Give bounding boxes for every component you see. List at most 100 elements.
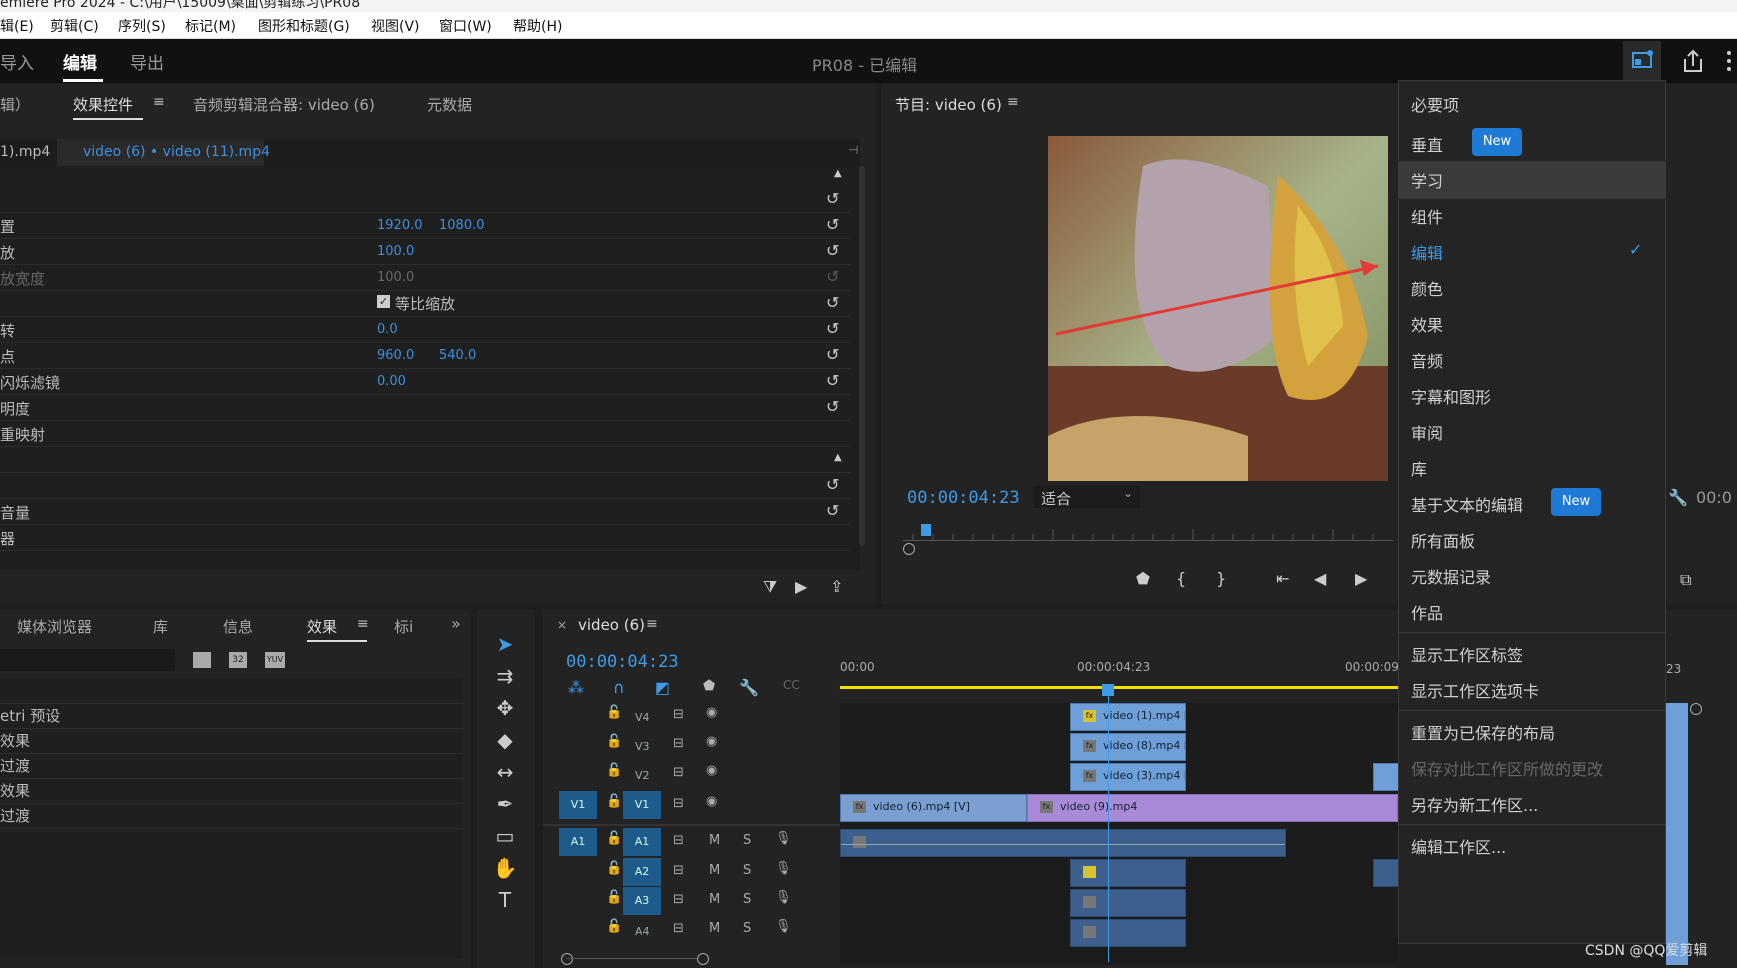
lock-icon[interactable]: 🔓	[606, 734, 622, 749]
mark-out-icon[interactable]: }	[1216, 569, 1226, 588]
ws-menu-item-captions[interactable]: 字幕和图形	[1411, 384, 1491, 408]
zoom-handle-left[interactable]	[561, 953, 573, 965]
reset-icon[interactable]: ↺	[826, 475, 839, 494]
hand-tool-icon[interactable]: ✋	[491, 856, 519, 882]
filter-icon[interactable]: ⧩	[763, 577, 777, 597]
captions-icon[interactable]: CC	[783, 678, 800, 692]
play-icon[interactable]: ▶	[1355, 569, 1367, 588]
timeline-timecode[interactable]: 00:00:04:23	[566, 652, 679, 672]
reset-icon[interactable]: ↺	[826, 189, 839, 208]
ws-menu-item-productions[interactable]: 作品	[1411, 600, 1443, 624]
type-tool-icon[interactable]: T	[491, 888, 519, 914]
zoom-handle-right[interactable]	[697, 953, 709, 965]
clip-v3[interactable]: fx video (8).mp4 [	[1070, 733, 1186, 761]
menu-sequence[interactable]: 序列(S)	[118, 16, 166, 36]
audio-clip-a4[interactable]	[1070, 919, 1186, 947]
tab-edit[interactable]: 编辑	[63, 49, 97, 74]
sync-lock-icon[interactable]: ⊟	[673, 833, 684, 848]
nest-icon[interactable]: ⁂	[568, 678, 584, 697]
reset-icon[interactable]: ↺	[826, 345, 839, 364]
panel-menu-icon[interactable]: ≡	[1007, 94, 1019, 110]
menu-marker[interactable]: 标记(M)	[185, 16, 236, 36]
reset-icon[interactable]: ↺	[826, 371, 839, 390]
reset-icon[interactable]: ↺	[826, 319, 839, 338]
ws-menu-item-audio[interactable]: 音频	[1411, 348, 1443, 372]
fit-dropdown[interactable]: 适合 ⌄	[1033, 486, 1140, 508]
selection-tool-icon[interactable]: ➤	[491, 632, 519, 658]
tab-effects[interactable]: 效果	[307, 616, 337, 637]
solo-button[interactable]: S	[743, 833, 751, 848]
ws-menu-item-text-editing[interactable]: 基于文本的编辑	[1411, 492, 1523, 516]
mute-button[interactable]: M	[709, 863, 720, 878]
menu-edit[interactable]: 辑(E)	[0, 16, 34, 36]
menu-window[interactable]: 窗口(W)	[439, 16, 492, 36]
eye-icon[interactable]: ◉	[706, 705, 717, 720]
ws-menu-item-assembly[interactable]: 组件	[1411, 204, 1443, 228]
tab-import[interactable]: 导入	[0, 49, 34, 74]
ws-menu-item-vertical[interactable]: 垂直	[1411, 132, 1443, 156]
lock-icon[interactable]: 🔓	[606, 919, 622, 934]
ws-menu-item-metadata-logging[interactable]: 元数据记录	[1411, 564, 1491, 588]
track-select-tool-icon[interactable]: ⇉	[491, 664, 519, 690]
lock-icon[interactable]: 🔓	[606, 890, 622, 905]
tab-source[interactable]: 辑）	[0, 94, 30, 115]
sync-lock-icon[interactable]: ⊟	[673, 736, 684, 751]
more-icon[interactable]	[1720, 41, 1737, 81]
ws-menu-item-save-as-new[interactable]: 另存为新工作区...	[1411, 792, 1538, 816]
wrench-icon[interactable]: 🔧	[739, 678, 759, 697]
clip-v2[interactable]: fx video (3).mp4 [	[1070, 763, 1186, 791]
export-icon[interactable]: ⇪	[830, 577, 843, 596]
razor-tool-icon[interactable]: ◆	[491, 728, 519, 754]
accelerated-effects-icon[interactable]	[193, 652, 211, 668]
tab-markers[interactable]: 标i	[394, 616, 413, 637]
linked-selection-icon[interactable]: ◩	[655, 678, 670, 697]
sync-lock-icon[interactable]: ⊟	[673, 892, 684, 907]
work-area-bar[interactable]	[840, 686, 1398, 689]
eye-icon[interactable]: ◉	[706, 763, 717, 778]
program-monitor-title[interactable]: 节目: video (6)	[895, 94, 1002, 115]
track-target-v1[interactable]: V1	[623, 791, 661, 819]
lock-icon[interactable]: 🔓	[606, 861, 622, 876]
add-marker-icon[interactable]: ⬟	[703, 678, 715, 694]
menu-view[interactable]: 视图(V)	[371, 16, 420, 36]
sync-lock-icon[interactable]: ⊟	[673, 921, 684, 936]
tab-effect-controls[interactable]: 效果控件	[73, 94, 133, 115]
panel-menu-icon[interactable]: ≡	[646, 616, 658, 632]
audio-clip-a3[interactable]	[1070, 889, 1186, 917]
solo-button[interactable]: S	[743, 892, 751, 907]
sequence-clip-name[interactable]: video (6) • video (11).mp4	[83, 144, 270, 160]
step-back-icon[interactable]: ◀	[1314, 569, 1326, 588]
track-target-a2[interactable]: A2	[623, 858, 661, 886]
scrollbar[interactable]	[859, 166, 865, 546]
tab-export[interactable]: 导出	[130, 49, 164, 74]
eye-icon[interactable]: ◉	[706, 734, 717, 749]
sync-lock-icon[interactable]: ⊟	[673, 765, 684, 780]
audio-clip-a2[interactable]	[1070, 859, 1186, 887]
track-target-a3[interactable]: A3	[623, 887, 661, 915]
clip-v4[interactable]: fx video (1).mp4 [	[1070, 703, 1186, 731]
panel-menu-icon[interactable]: ≡	[153, 94, 165, 110]
panel-menu-icon[interactable]: ≡	[357, 616, 369, 632]
rectangle-tool-icon[interactable]: ▭	[491, 824, 519, 850]
program-timecode[interactable]: 00:00:04:23	[907, 488, 1020, 508]
mute-button[interactable]: M	[709, 833, 720, 848]
reset-icon[interactable]: ↺	[826, 241, 839, 260]
add-marker-icon[interactable]: ⬟	[1136, 569, 1150, 588]
zoom-handle[interactable]	[903, 543, 915, 555]
share-button[interactable]	[1674, 41, 1712, 81]
eye-icon[interactable]: ◉	[706, 794, 717, 809]
mute-button[interactable]: M	[709, 921, 720, 936]
clip-edge-right[interactable]	[1666, 703, 1688, 965]
monitor-playhead[interactable]	[921, 524, 931, 536]
ws-menu-item-editing[interactable]: 编辑	[1411, 240, 1443, 264]
ws-menu-item-reset-layout[interactable]: 重置为已保存的布局	[1411, 720, 1555, 744]
collapse-icon[interactable]: ⊣	[848, 143, 858, 157]
timeline-title[interactable]: video (6)	[578, 616, 645, 634]
mic-icon[interactable]: 🎙	[775, 919, 792, 934]
list-item[interactable]: etri 预设	[0, 703, 463, 729]
ws-menu-item-learning[interactable]: 学习	[1411, 168, 1443, 192]
ws-menu-item-essentials[interactable]: 必要项	[1411, 92, 1459, 116]
mute-button[interactable]: M	[709, 892, 720, 907]
reset-icon[interactable]: ↺	[826, 501, 839, 520]
mic-icon[interactable]: 🎙	[775, 831, 792, 846]
